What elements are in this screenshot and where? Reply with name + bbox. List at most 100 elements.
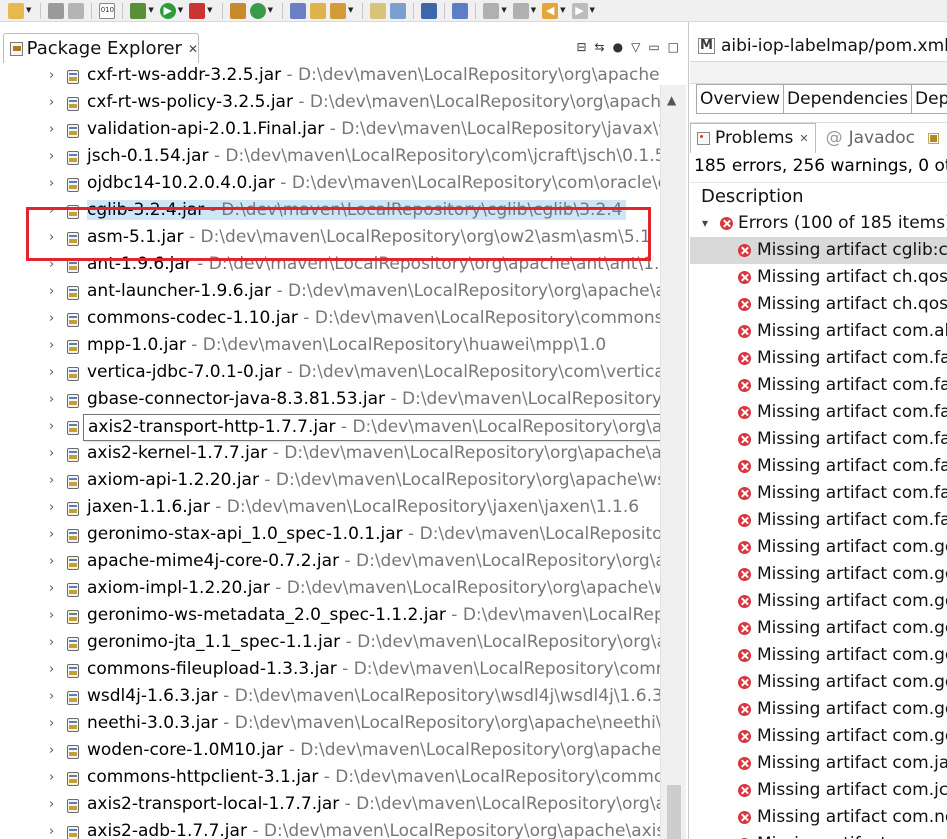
chevron-right-icon[interactable]: › [49,608,54,623]
tree-item[interactable]: › mpp-1.0.jar - D:\dev\maven\LocalReposit… [0,333,660,360]
chevron-right-icon[interactable]: › [49,95,54,110]
chevron-right-icon[interactable]: › [49,527,54,542]
pencil-icon[interactable] [329,2,346,19]
tree-item[interactable]: › jaxen-1.1.6.jar - D:\dev\maven\LocalRep… [0,495,660,522]
tree-item[interactable]: › woden-core-1.0M10.jar - D:\dev\maven\Lo… [0,738,660,765]
chevron-right-icon[interactable]: › [49,284,54,299]
vertical-scrollbar[interactable]: ▲ [660,85,686,839]
tree-item[interactable]: › neethi-3.0.3.jar - D:\dev\maven\LocalRe… [0,711,660,738]
chevron-right-icon[interactable]: › [49,824,54,839]
problem-row[interactable]: Missing artifact com.google [690,561,947,588]
run-icon[interactable]: ▶ [159,2,176,19]
tab-problems[interactable]: Problems ✕ [690,122,816,153]
chevron-right-icon[interactable]: › [49,257,54,272]
problem-row[interactable]: Missing artifact cglib:cglib:jar:3.2.4 [690,237,947,264]
forward-icon[interactable]: ▶ [571,2,588,19]
problem-row[interactable]: Missing artifact com.fasterxml [690,426,947,453]
problem-row[interactable]: Missing artifact com.google [690,696,947,723]
annotation-icon[interactable] [370,2,387,19]
problem-row[interactable]: Missing artifact com.alibaba [690,318,947,345]
chevron-down-icon[interactable]: ▼ [178,7,183,14]
errors-group[interactable]: ▾ Errors (100 of 185 items) [690,210,947,237]
tree-item[interactable]: › axiom-api-1.2.20.jar - D:\dev\maven\Loc… [0,468,660,495]
chevron-down-icon[interactable]: ▼ [501,7,506,14]
declaration-icon[interactable]: ▣ [927,130,940,146]
new-icon[interactable] [8,2,24,19]
problem-row[interactable]: Missing artifact com.jcraft [690,777,947,804]
problem-row[interactable]: Missing artifact com.google [690,615,947,642]
tree-item[interactable]: › geronimo-jta_1.1_spec-1.1.jar - D:\dev\… [0,630,660,657]
minimize-icon[interactable]: ▭ [648,40,659,54]
tree-item[interactable]: › ant-1.9.6.jar - D:\dev\maven\LocalRepos… [0,252,660,279]
chevron-right-icon[interactable]: › [49,770,54,785]
problem-row[interactable]: Missing artifact ch.qos.logback [690,264,947,291]
chevron-right-icon[interactable]: › [49,365,54,380]
chevron-right-icon[interactable]: › [49,635,54,650]
problem-row[interactable]: Missing artifact com.google [690,642,947,669]
tree-item[interactable]: › axis2-adb-1.7.7.jar - D:\dev\maven\Loca… [0,819,660,839]
chevron-right-icon[interactable]: › [49,716,54,731]
tab-pom-editor[interactable]: M aibi-iop-labelmap/pom.xml [690,30,947,62]
tree-item[interactable]: › validation-api-2.0.1.Final.jar - D:\dev… [0,117,660,144]
chevron-right-icon[interactable]: › [49,554,54,569]
scrollbar-thumb[interactable] [667,785,681,839]
chevron-down-icon[interactable]: ▼ [26,7,31,14]
open-type-icon[interactable] [289,2,306,19]
close-icon[interactable]: ✕ [799,132,808,145]
debug-icon[interactable] [130,2,147,19]
tree-item[interactable]: › commons-fileupload-1.3.3.jar - D:\dev\m… [0,657,660,684]
tree-item[interactable]: › cxf-rt-ws-addr-3.2.5.jar - D:\dev\maven… [0,63,660,90]
chevron-right-icon[interactable]: › [49,176,54,191]
problem-row[interactable]: Missing artifact com.fasterxml [690,453,947,480]
chevron-right-icon[interactable]: › [49,122,54,137]
search-icon[interactable] [452,2,469,19]
problem-row[interactable]: Missing artifact com.google [690,534,947,561]
collapse-all-icon[interactable]: ⊟ [576,40,586,54]
chevron-right-icon[interactable]: › [49,446,54,461]
chevron-right-icon[interactable]: › [49,581,54,596]
previous-annotation-icon[interactable] [512,2,529,19]
chevron-right-icon[interactable]: › [49,419,54,434]
save-all-icon[interactable] [68,2,85,19]
chevron-down-icon[interactable]: ▼ [560,7,565,14]
tab-dependencies[interactable]: Dependencies [784,84,913,114]
scroll-up-icon[interactable]: ▲ [667,93,676,107]
problem-row[interactable]: Missing artifact com.fasterxml [690,480,947,507]
problem-row[interactable]: Missing artifact com.google [690,588,947,615]
tree-item[interactable]: › apache-mime4j-core-0.7.2.jar - D:\dev\m… [0,549,660,576]
chevron-down-icon[interactable]: ▼ [148,7,153,14]
next-annotation-icon[interactable] [483,2,500,19]
binary-icon[interactable]: 010 [99,2,116,19]
tree-item[interactable]: › commons-httpclient-3.1.jar - D:\dev\mav… [0,765,660,792]
chevron-right-icon[interactable]: › [49,149,54,164]
tree-item[interactable]: › wsdl4j-1.6.3.jar - D:\dev\maven\LocalRe… [0,684,660,711]
chevron-right-icon[interactable]: › [49,230,54,245]
problem-row[interactable]: Missing artifact com.google [690,723,947,750]
refresh-icon[interactable] [249,2,266,19]
tree-item[interactable]: › ant-launcher-1.9.6.jar - D:\dev\maven\L… [0,279,660,306]
tree-item[interactable]: › asm-5.1.jar - D:\dev\maven\LocalReposit… [0,225,660,252]
tab-overview[interactable]: Overview [696,84,785,114]
tree-item[interactable]: › jsch-0.1.54.jar - D:\dev\maven\LocalRep… [0,144,660,171]
console-icon[interactable] [421,2,438,19]
tab-dependency-hierarchy[interactable]: Dependency Hierarchy [912,84,947,114]
chevron-right-icon[interactable]: › [49,338,54,353]
chevron-down-icon[interactable]: ▼ [590,7,595,14]
tree-item[interactable]: › axis2-kernel-1.7.7.jar - D:\dev\maven\L… [0,441,660,468]
run-external-icon[interactable] [189,2,206,19]
problem-row[interactable]: Missing artifact com.fasterxml [690,345,947,372]
chevron-down-icon[interactable]: ▼ [531,7,536,14]
save-icon[interactable] [48,2,65,19]
chevron-right-icon[interactable]: › [49,203,54,218]
maximize-icon[interactable]: □ [668,40,679,54]
back-icon[interactable]: ◀ [542,2,559,19]
problem-row[interactable]: Missing artifact com.fasterxml [690,507,947,534]
chevron-right-icon[interactable]: › [49,473,54,488]
chevron-right-icon[interactable]: › [49,311,54,326]
problem-row[interactable]: Missing artifact com.fasterxml [690,399,947,426]
tree-item[interactable]: › axis2-transport-local-1.7.7.jar - D:\de… [0,792,660,819]
chevron-right-icon[interactable]: › [49,68,54,83]
chevron-right-icon[interactable]: › [49,743,54,758]
problem-row[interactable]: Missing artifact ch.qos.logback [690,291,947,318]
view-menu-icon[interactable]: ▽ [631,40,640,54]
